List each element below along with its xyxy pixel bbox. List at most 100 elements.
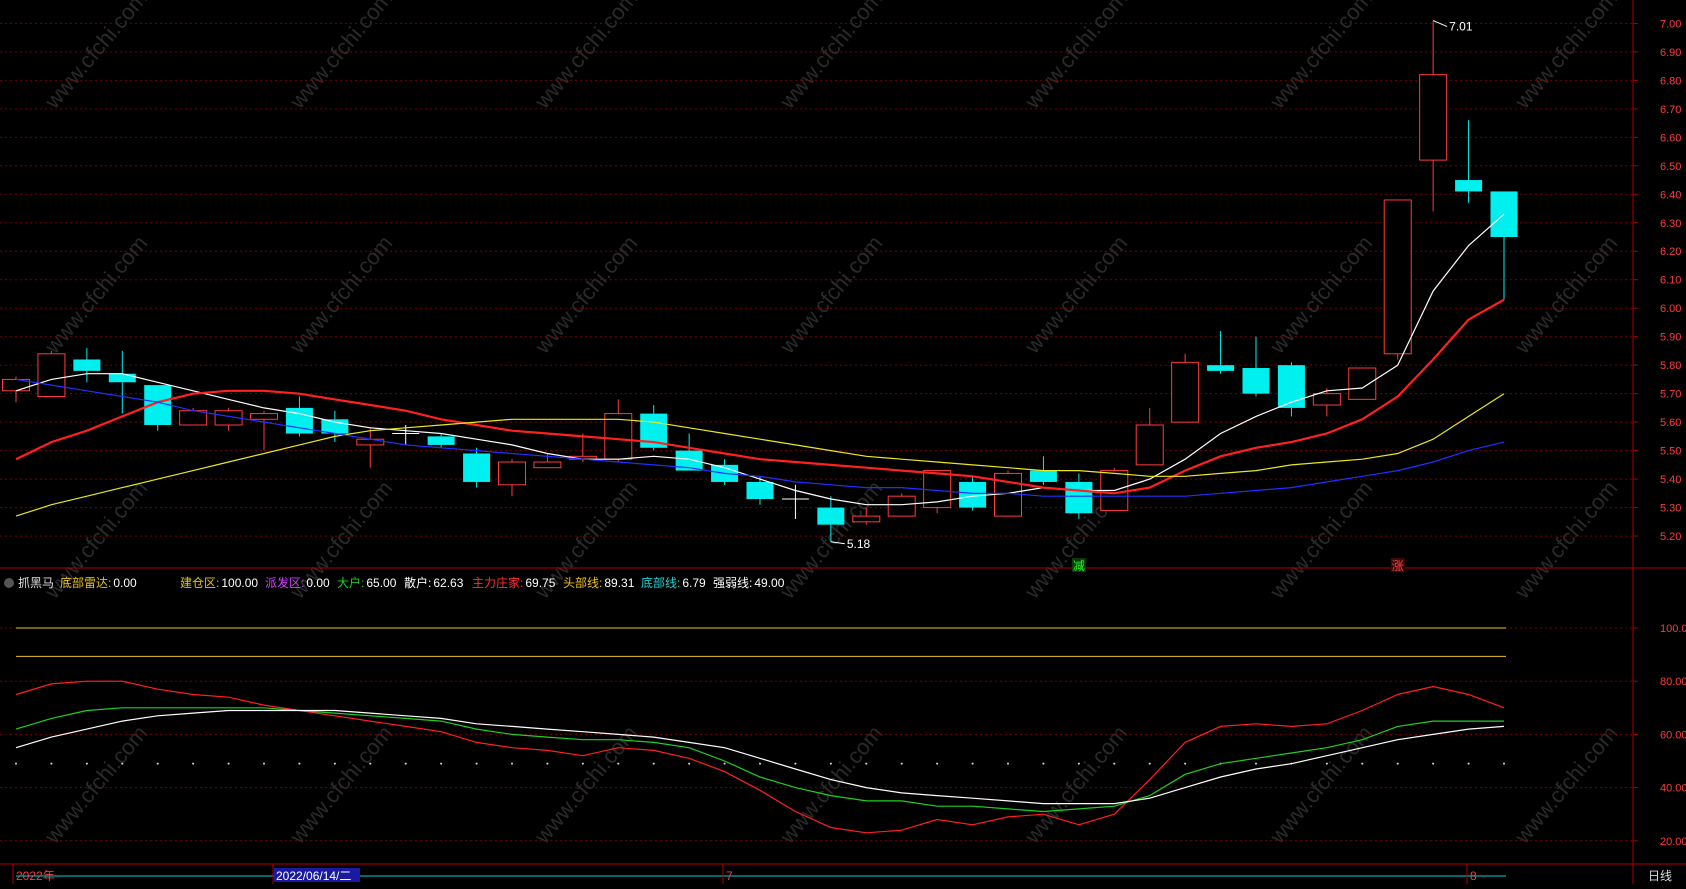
strength-dot: [936, 762, 939, 765]
candle-body-down: [746, 481, 774, 500]
strength-dot: [865, 762, 868, 765]
legend-item: 散户: 62.63: [404, 575, 464, 590]
legend-value: 69.75: [525, 576, 555, 590]
price-tick-label: 7.00: [1660, 18, 1681, 30]
strength-dot: [581, 762, 584, 765]
price-tick-label: 5.80: [1660, 360, 1681, 372]
strength-dot: [1042, 762, 1045, 765]
signal-red-label: 涨: [1392, 558, 1404, 573]
date-label: 2022/06/14/二: [276, 869, 351, 883]
indicator-name: 抓黑马: [18, 576, 54, 590]
price-tick-label: 6.20: [1660, 246, 1681, 258]
strength-dot: [1255, 762, 1257, 765]
price-tick-label: 6.10: [1660, 275, 1681, 287]
strength-dot: [1396, 762, 1399, 765]
price-tick-label: 5.40: [1660, 474, 1681, 486]
candle-body-up: [1171, 361, 1200, 423]
candle-body-up: [498, 461, 526, 486]
legend-item: 底部线: 6.79: [641, 575, 706, 590]
indicator-tick-label: 80.00: [1660, 676, 1686, 688]
strength-dot: [369, 762, 372, 765]
indicator-tick-label: 100.00: [1660, 623, 1686, 635]
price-tick-label: 5.90: [1660, 332, 1681, 344]
legend-value: 65.00: [366, 576, 396, 590]
candle-body-up: [1383, 199, 1412, 355]
date-label: 8: [1470, 869, 1477, 883]
strength-dot: [298, 762, 301, 765]
price-tick-label: 5.70: [1660, 389, 1681, 401]
price-tick-label: 6.40: [1660, 189, 1681, 201]
candle-body-down: [108, 373, 136, 383]
strength-dot: [971, 762, 974, 765]
price-tick-label: 5.50: [1660, 446, 1681, 458]
candle[interactable]: [144, 385, 172, 431]
candle-body-up: [1419, 74, 1448, 161]
legend-label: 底部雷达:: [60, 575, 111, 590]
strength-dot: [227, 762, 230, 765]
strength-dot: [85, 762, 88, 765]
strength-dot: [192, 762, 195, 765]
price-tick-label: 6.90: [1660, 47, 1681, 59]
strength-dot: [617, 762, 620, 765]
legend-label: 散户:: [404, 575, 431, 590]
candle[interactable]: [923, 470, 952, 514]
legend-value: 6.79: [682, 576, 706, 590]
strength-dot: [1077, 762, 1080, 765]
candle-body-up: [37, 353, 66, 398]
legend-label: 建仓区:: [180, 576, 219, 590]
candle-body-down: [427, 436, 455, 445]
candle[interactable]: [37, 350, 66, 398]
legend-item: 底部雷达: 0.00: [60, 575, 137, 590]
price-tick-label: 6.30: [1660, 218, 1681, 230]
legend-value: 49.00: [754, 576, 784, 590]
strength-dot: [1432, 762, 1435, 765]
price-tick-label: 6.00: [1660, 303, 1681, 315]
legend-value: 0.00: [306, 576, 330, 590]
candle-body-up: [1348, 367, 1377, 400]
strength-dot: [1325, 762, 1328, 765]
strength-dot: [1148, 762, 1151, 765]
date-label: 2022年: [16, 869, 55, 883]
strength-dot: [546, 762, 549, 765]
strength-dot: [723, 762, 726, 765]
candle[interactable]: [1348, 367, 1377, 400]
strength-dot: [511, 762, 513, 765]
strength-dot: [156, 762, 159, 765]
strength-dot: [440, 762, 443, 765]
strength-dot: [759, 762, 761, 765]
price-tick-label: 5.30: [1660, 503, 1681, 515]
collapse-icon[interactable]: [4, 578, 14, 588]
strength-dot: [1184, 762, 1187, 765]
legend-item: 头部线: 89.31: [563, 575, 635, 590]
chart-canvas[interactable]: www.cfchi.com www.cfchi.com www.cfchi.com w…: [0, 0, 1686, 884]
strength-dot: [15, 762, 17, 765]
indicator-tick-label: 40.00: [1660, 783, 1686, 795]
price-tick-label: 5.20: [1660, 531, 1681, 543]
candle-body-down: [1029, 470, 1057, 482]
candle-body-down: [1207, 365, 1235, 371]
candle-body-down: [817, 507, 845, 525]
legend-label: 强弱线:: [713, 576, 752, 590]
legend-item: 大户: 65.00: [337, 575, 397, 590]
legend-label: 派发区:: [265, 575, 304, 590]
candle-body-down: [959, 481, 987, 508]
legend-label: 主力庄家:: [472, 575, 523, 590]
date-label: 7: [726, 869, 733, 883]
strength-dot: [404, 762, 407, 765]
legend-label: 底部线:: [641, 575, 680, 590]
candle-body-down: [463, 453, 491, 482]
legend-item: 强弱线: 49.00: [713, 576, 785, 590]
candle-body-up: [852, 515, 881, 523]
legend-item: 建仓区: 100.00: [180, 576, 258, 590]
price-tick-label: 6.60: [1660, 132, 1681, 144]
legend-item: 主力庄家: 69.75: [472, 575, 556, 590]
strength-dot: [1503, 762, 1505, 765]
legend-label: 大户:: [337, 575, 364, 590]
candle[interactable]: [1383, 199, 1412, 360]
candle[interactable]: [463, 447, 491, 488]
candle[interactable]: [1171, 353, 1200, 423]
strength-dot: [794, 762, 797, 765]
candle-body-up: [356, 438, 385, 446]
candle-body-up: [179, 410, 208, 426]
candle-body-down: [1277, 365, 1305, 408]
